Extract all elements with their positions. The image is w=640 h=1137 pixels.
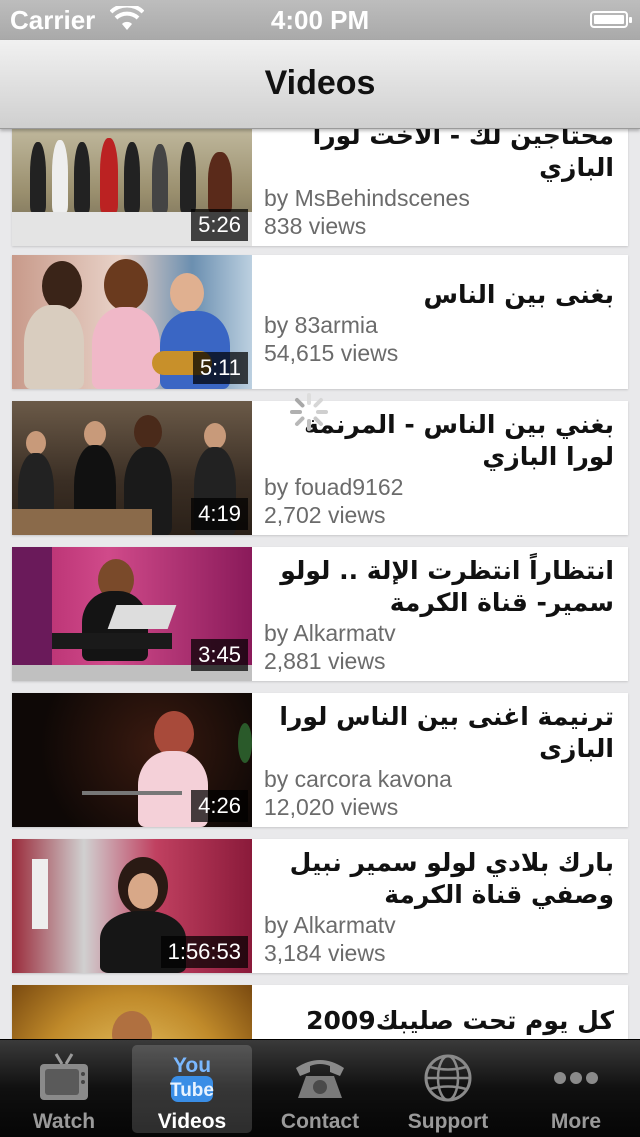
tab-label: Watch xyxy=(32,1110,96,1133)
video-title: كل يوم تحت صليبك2009 xyxy=(306,1006,614,1035)
globe-icon xyxy=(424,1054,472,1102)
tab-more[interactable]: More xyxy=(512,1040,640,1137)
tv-icon xyxy=(40,1053,88,1100)
video-thumbnail[interactable]: 3:45 xyxy=(12,547,252,681)
video-item[interactable]: 5:11 بغنى بين الناس by 83armia 54,615 vi… xyxy=(12,255,628,389)
video-duration: 4:26 xyxy=(191,790,248,822)
video-author: by Alkarmatv xyxy=(264,620,396,646)
tab-label: More xyxy=(550,1110,602,1133)
telephone-icon xyxy=(296,1060,344,1098)
page-title: Videos xyxy=(264,64,376,102)
video-item[interactable]: 4:26 ترنيمة اغنى بين الناس لورا البازى b… xyxy=(12,693,628,827)
video-title: بارك بلادي لولو سمير نبيل وصفي قناة الكر… xyxy=(289,848,614,909)
video-duration: 4:19 xyxy=(191,498,248,530)
status-bar: Carrier 4:00 PM xyxy=(0,0,640,40)
video-item[interactable]: 3:45 انتظاراً انتظرت الإلة .. لولو سمير-… xyxy=(12,547,628,681)
status-time: 4:00 PM xyxy=(270,5,370,35)
tab-label: Support xyxy=(407,1110,489,1133)
navigation-bar: Videos xyxy=(0,40,640,129)
video-views: 2,702 views xyxy=(264,502,386,528)
youtube-icon: You Tube xyxy=(170,1054,214,1102)
more-dots-icon xyxy=(554,1072,598,1084)
video-item[interactable]: كل يوم تحت صليبك2009 xyxy=(12,985,628,1039)
video-views: 54,615 views xyxy=(264,340,399,366)
video-duration: 5:26 xyxy=(191,209,248,241)
video-author: by Alkarmatv xyxy=(264,912,396,938)
tab-support[interactable]: Support xyxy=(384,1040,512,1137)
video-thumbnail[interactable]: 5:11 xyxy=(12,255,252,389)
video-views: 12,020 views xyxy=(264,794,399,820)
video-duration: 5:11 xyxy=(192,352,248,384)
video-thumbnail[interactable] xyxy=(12,985,252,1039)
video-item[interactable]: 5:26 محتاجين لك - الأخت لورا البازي by M… xyxy=(12,128,628,246)
video-author: by carcora kavona xyxy=(264,766,452,792)
loading-spinner-icon xyxy=(290,393,328,431)
video-title: انتظاراً انتظرت الإلة .. لولو سمير- قناة… xyxy=(280,556,614,617)
video-title: ترنيمة اغنى بين الناس لورا البازى xyxy=(279,702,614,763)
tab-watch[interactable]: Watch xyxy=(0,1040,128,1137)
tab-label: Contact xyxy=(280,1110,360,1133)
svg-text:You: You xyxy=(173,1054,211,1077)
video-author: by fouad9162 xyxy=(264,474,404,500)
video-author: by 83armia xyxy=(264,312,378,338)
tab-videos[interactable]: You Tube Videos xyxy=(128,1040,256,1137)
video-list[interactable]: 5:26 محتاجين لك - الأخت لورا البازي by M… xyxy=(0,128,640,1039)
tab-label: Videos xyxy=(157,1110,227,1133)
video-thumbnail[interactable]: 1:56:53 xyxy=(12,839,252,973)
video-author: by MsBehindscenes xyxy=(264,185,470,211)
video-title: بغنى بين الناس xyxy=(423,280,614,309)
video-duration: 3:45 xyxy=(191,639,248,671)
video-thumbnail[interactable]: 4:26 xyxy=(12,693,252,827)
tab-contact[interactable]: Contact xyxy=(256,1040,384,1137)
video-duration: 1:56:53 xyxy=(160,936,248,968)
video-title: محتاجين لك - الأخت لورا البازي xyxy=(312,128,614,182)
video-thumbnail[interactable]: 4:19 xyxy=(12,401,252,535)
tab-bar: Watch You Tube Videos Contact Support Mo… xyxy=(0,1039,640,1137)
video-thumbnail[interactable]: 5:26 xyxy=(12,128,252,246)
svg-text:Tube: Tube xyxy=(170,1080,214,1101)
video-item[interactable]: 1:56:53 بارك بلادي لولو سمير نبيل وصفي ق… xyxy=(12,839,628,973)
video-views: 3,184 views xyxy=(264,940,386,966)
video-views: 838 views xyxy=(264,213,367,239)
video-views: 2,881 views xyxy=(264,648,386,674)
battery-icon xyxy=(590,11,632,28)
